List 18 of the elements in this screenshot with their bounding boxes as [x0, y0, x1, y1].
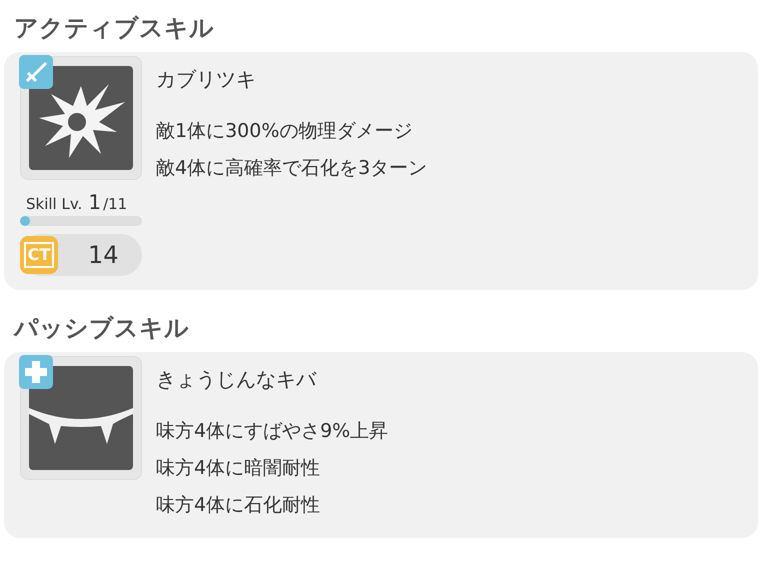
skill-effect: 味方4体にすばやさ9%上昇 [156, 419, 388, 444]
skill-effect: 味方4体に石化耐性 [156, 493, 322, 518]
skill-effect: 味方4体に暗闇耐性 [156, 456, 322, 481]
plus-icon [19, 355, 53, 389]
sword-icon [19, 55, 53, 89]
section-heading: パッシブスキル [12, 313, 190, 344]
skill-level-label: Skill Lv. [26, 195, 82, 213]
section-heading: アクティブスキル [13, 13, 215, 44]
skill-effect: 敵1体に300%の物理ダメージ [156, 119, 414, 144]
skill-level-max: /11 [103, 195, 128, 213]
skill-level-value: 1 [88, 190, 102, 214]
cooldown-value: 14 [88, 241, 119, 269]
skill-name: カブリツキ [156, 66, 257, 93]
skill-effect: 敵4体に高確率で石化を3ターン [156, 156, 428, 181]
fangs-icon [29, 366, 133, 470]
skill-name: きょうじんなキバ [156, 366, 318, 393]
cooldown-label: CT [24, 242, 54, 268]
explosion-icon [29, 66, 133, 170]
